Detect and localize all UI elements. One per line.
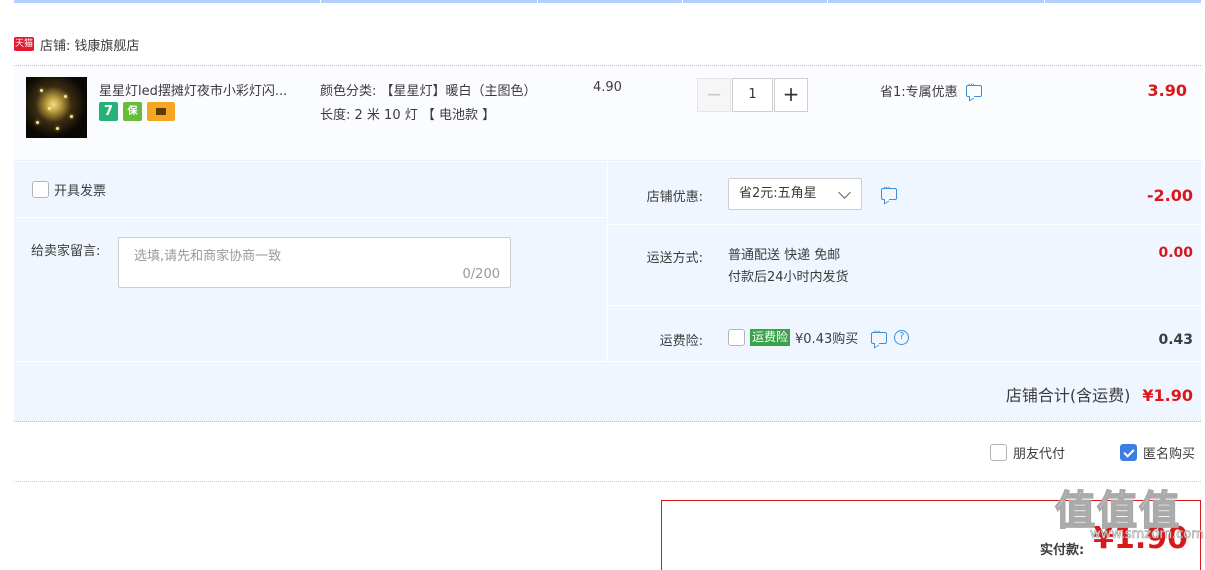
divider xyxy=(14,481,1201,482)
anonymous-option[interactable]: 匿名购买 xyxy=(1120,443,1195,462)
anonymous-checkbox[interactable] xyxy=(1120,444,1137,461)
message-counter: 0/200 xyxy=(462,267,500,282)
discount-select[interactable]: 省2元:五角星 xyxy=(728,178,862,210)
chat-icon[interactable] xyxy=(871,327,888,344)
chat-icon[interactable] xyxy=(965,80,982,97)
table-header-bar xyxy=(14,0,1201,3)
order-options-panel: 开具发票 给卖家留言: 选填,请先和商家协商一致 0/200 店铺优惠: 省2元… xyxy=(14,162,1201,422)
chevron-down-icon xyxy=(838,186,851,199)
shipping-amount: 0.00 xyxy=(1158,245,1193,261)
friend-pay-option[interactable]: 朋友代付 xyxy=(990,443,1065,462)
watermark-url: www.smzdm.com xyxy=(1090,527,1205,543)
insurance-label: 运费险: xyxy=(659,334,703,349)
insurance-option[interactable]: 运费险 ¥0.43购买 ? xyxy=(728,327,910,347)
shop-total-amount: ¥1.90 xyxy=(1142,386,1193,405)
shipping-note: 付款后24小时内发货 xyxy=(728,270,849,285)
friend-pay-checkbox[interactable] xyxy=(990,444,1007,461)
product-title[interactable]: 星星灯led摆摊灯夜市小彩灯闪... xyxy=(99,80,309,99)
shop-label: 店铺: xyxy=(40,38,71,54)
help-icon[interactable]: ? xyxy=(894,330,910,345)
unit-price: 4.90 xyxy=(593,80,622,95)
cart-item-row: 星星灯led摆摊灯夜市小彩灯闪... 7 保 颜色分类: 【星星灯】暖白（主图色… xyxy=(14,65,1201,161)
invoice-option[interactable]: 开具发票 xyxy=(32,180,106,199)
item-subtotal: 3.90 xyxy=(1147,81,1187,100)
message-placeholder: 选填,请先和商家协商一致 xyxy=(134,249,282,264)
spec-color: 颜色分类: 【星星灯】暖白（主图色） xyxy=(320,84,537,99)
insurance-price: ¥0.43购买 xyxy=(795,332,859,347)
friend-pay-label: 朋友代付 xyxy=(1013,447,1066,462)
insurance-tag: 运费险 xyxy=(750,329,791,346)
invoice-label: 开具发票 xyxy=(54,184,107,199)
seven-day-return-icon: 7 xyxy=(99,102,118,121)
anonymous-label: 匿名购买 xyxy=(1143,447,1196,462)
product-thumbnail[interactable] xyxy=(26,77,87,138)
increase-button[interactable]: + xyxy=(774,78,808,112)
service-badges: 7 保 xyxy=(99,102,175,121)
credit-card-icon xyxy=(147,102,175,121)
spec-length: 长度: 2 米 10 灯 【 电池款 】 xyxy=(320,108,496,123)
quantity-input[interactable]: 1 xyxy=(732,78,773,112)
promotion-text: 省1:专属优惠 xyxy=(880,85,958,100)
discount-amount: -2.00 xyxy=(1146,186,1193,205)
shop-total-label: 店铺合计(含运费) xyxy=(1005,386,1131,405)
insurance-amount: 0.43 xyxy=(1158,332,1193,348)
discount-label: 店铺优惠: xyxy=(646,190,703,205)
discount-selected: 省2元:五角星 xyxy=(739,186,817,201)
promotion-info: 省1:专属优惠 xyxy=(880,80,982,100)
shipping-info: 普通配送 快递 免邮 付款后24小时内发货 xyxy=(728,245,849,289)
shop-total: 店铺合计(含运费) ¥1.90 xyxy=(1006,382,1193,406)
shop-name[interactable]: 钱康旗舰店 xyxy=(74,35,139,54)
product-spec: 颜色分类: 【星星灯】暖白（主图色） 长度: 2 米 10 灯 【 电池款 】 xyxy=(320,80,552,128)
shop-header: 天猫 店铺: 钱康旗舰店 xyxy=(14,35,139,54)
chat-icon[interactable] xyxy=(881,183,897,200)
shipping-method: 普通配送 快递 免邮 xyxy=(728,248,841,263)
tmall-icon: 天猫 xyxy=(14,37,34,51)
decrease-button[interactable]: − xyxy=(697,78,731,112)
quantity-stepper: − 1 + xyxy=(697,78,808,112)
guarantee-icon: 保 xyxy=(123,102,142,121)
message-label: 给卖家留言: xyxy=(31,244,101,259)
pay-label: 实付款: xyxy=(1040,543,1085,558)
shipping-label: 运送方式: xyxy=(646,251,703,266)
insurance-checkbox[interactable] xyxy=(728,329,745,346)
invoice-checkbox[interactable] xyxy=(32,181,49,198)
seller-message-input[interactable]: 选填,请先和商家协商一致 0/200 xyxy=(118,237,511,288)
